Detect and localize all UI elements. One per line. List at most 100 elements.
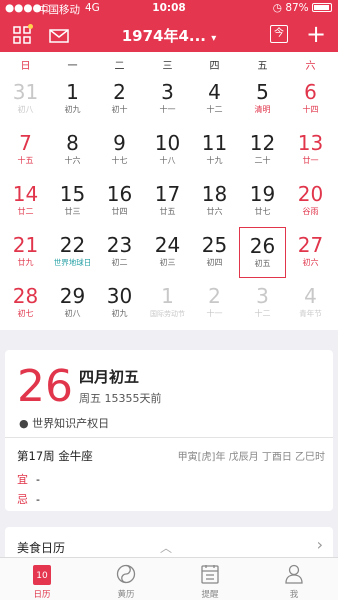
lunar-label: 廿四 [111, 207, 128, 216]
lunar-label: 廿七 [254, 207, 271, 216]
tab-calendar[interactable]: 10 日历 [0, 558, 84, 600]
lunar-date: 四月初五 [79, 368, 140, 386]
day-cell[interactable]: 2 十一 [191, 278, 238, 329]
reminder-icon [201, 564, 219, 588]
day-cell[interactable]: 22 世界地球日 [49, 227, 96, 278]
ji-label: 忌 [17, 493, 28, 506]
day-cell[interactable]: 10 十八 [144, 125, 191, 176]
weekday-sun: 日 [20, 61, 31, 72]
day-number: 2 [113, 80, 126, 104]
lunar-label: 二十 [254, 156, 271, 165]
ji-value: - [36, 493, 40, 506]
day-cell[interactable]: 24 初三 [144, 227, 191, 278]
festival-label: 青年节 [299, 309, 322, 318]
tab-reminder[interactable]: 提醒 [168, 558, 252, 600]
day-cell[interactable]: 11 十九 [191, 125, 238, 176]
day-number: 2 [208, 284, 221, 308]
day-number: 17 [154, 182, 181, 206]
battery-indicator: ◷ 87% [273, 2, 332, 14]
lunar-label: 初六 [302, 258, 319, 267]
today-button[interactable]: 今 [270, 25, 288, 43]
tab-almanac[interactable]: 黄历 [84, 558, 168, 600]
day-cell-selected[interactable]: 26 初五 [239, 227, 286, 278]
day-cell[interactable]: 17 廿五 [144, 176, 191, 227]
day-number: 27 [297, 233, 324, 257]
lunar-label: 廿三 [64, 207, 81, 216]
day-number: 13 [297, 131, 324, 155]
day-cell[interactable]: 7 十五 [2, 125, 49, 176]
festival-label: 世界地球日 [53, 258, 92, 267]
day-cell[interactable]: 14 廿二 [2, 176, 49, 227]
day-cell[interactable]: 13 廿一 [287, 125, 334, 176]
day-cell[interactable]: 12 二十 [239, 125, 286, 176]
day-number: 23 [106, 233, 133, 257]
day-cell[interactable]: 8 十六 [49, 125, 96, 176]
day-cell[interactable]: 3 十二 [239, 278, 286, 329]
day-cell[interactable]: 18 廿六 [191, 176, 238, 227]
tab-me[interactable]: 我 [252, 558, 336, 600]
ji-row: 忌- [17, 491, 40, 507]
day-cell[interactable]: 27 初六 [287, 227, 334, 278]
day-cell[interactable]: 16 廿四 [96, 176, 143, 227]
day-cell[interactable]: 1 国际劳动节 [144, 278, 191, 329]
day-cell[interactable]: 28 初七 [2, 278, 49, 329]
lunar-label: 十六 [64, 156, 81, 165]
day-number: 28 [12, 284, 39, 308]
lunar-label: 初十 [111, 105, 128, 114]
lunar-label: 初九 [64, 105, 81, 114]
divider [5, 437, 333, 438]
status-bar: ●●●●○ 中国移动 4G 10:08 ◷ 87% [0, 0, 338, 18]
day-cell[interactable]: 4 十二 [191, 74, 238, 125]
day-cell[interactable]: 23 初二 [96, 227, 143, 278]
day-cell[interactable]: 25 初四 [191, 227, 238, 278]
day-number: 22 [59, 233, 86, 257]
weekday-header: 日 一 二 三 四 五 六 [0, 52, 338, 74]
day-cell[interactable]: 6 十四 [287, 74, 334, 125]
day-detail-card[interactable]: 26 四月初五 周五 15355天前 ● 世界知识产权日 第17周 金牛座 甲寅… [5, 350, 333, 511]
day-cell[interactable]: 15 廿三 [49, 176, 96, 227]
day-number: 3 [256, 284, 269, 308]
day-cell[interactable]: 2 初十 [96, 74, 143, 125]
day-number: 14 [12, 182, 39, 206]
day-cell[interactable]: 1 初九 [49, 74, 96, 125]
day-number: 16 [106, 182, 133, 206]
weekday-wed: 三 [162, 61, 173, 72]
day-cell[interactable]: 21 廿九 [2, 227, 49, 278]
yi-row: 宜- [17, 471, 40, 487]
lunar-label: 初二 [111, 258, 128, 267]
day-cell[interactable]: 9 十七 [96, 125, 143, 176]
month-title: 1974年4... [121, 27, 206, 45]
day-cell[interactable]: 20 谷雨 [287, 176, 334, 227]
lunar-label: 廿六 [206, 207, 223, 216]
day-cell[interactable]: 19 廿七 [239, 176, 286, 227]
day-cell[interactable]: 5 清明 [239, 74, 286, 125]
lunar-label: 廿二 [17, 207, 34, 216]
day-cell[interactable]: 29 初八 [49, 278, 96, 329]
day-cell[interactable]: 4 青年节 [287, 278, 334, 329]
lunar-label: 廿九 [17, 258, 34, 267]
day-cell[interactable]: 30 初九 [96, 278, 143, 329]
lunar-label: 十四 [302, 105, 319, 114]
day-number: 8 [66, 131, 79, 155]
day-number: 25 [201, 233, 228, 257]
day-number: 31 [12, 80, 39, 104]
lunar-label: 初五 [254, 259, 271, 268]
today-icon-label: 今 [274, 28, 284, 39]
day-number: 1 [161, 284, 174, 308]
lunar-label: 十一 [159, 105, 176, 114]
yi-label: 宜 [17, 473, 28, 486]
day-number: 7 [19, 131, 32, 155]
tab-bar: 10 日历 黄历 提醒 我 [0, 557, 338, 600]
day-number: 5 [256, 80, 269, 104]
day-cell[interactable]: 31 初八 [2, 74, 49, 125]
day-number: 3 [161, 80, 174, 104]
day-number: 26 [249, 234, 276, 258]
chevron-up-icon[interactable]: ︿ [160, 539, 172, 556]
weekday-fri: 五 [257, 61, 268, 72]
add-icon[interactable]: + [306, 22, 326, 46]
day-cell[interactable]: 3 十一 [144, 74, 191, 125]
lunar-label: 初九 [111, 309, 128, 318]
profile-icon [285, 564, 303, 588]
alarm-icon: ◷ [272, 2, 282, 14]
day-number: 1 [66, 80, 79, 104]
